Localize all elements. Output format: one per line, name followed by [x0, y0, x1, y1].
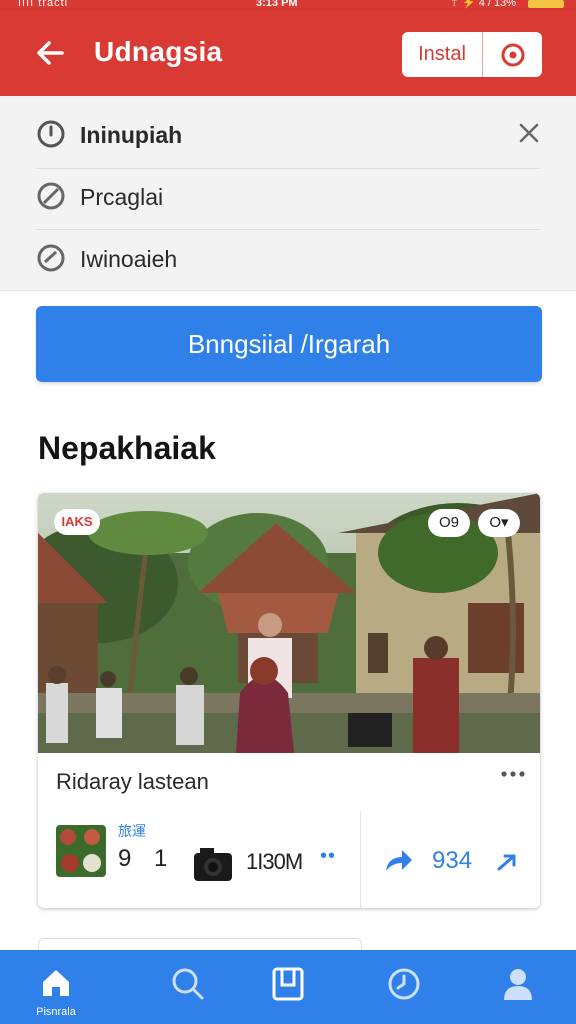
install-button[interactable]: Instal	[402, 32, 483, 77]
search-icon	[172, 968, 204, 1000]
nav-home-label: Pisnrala	[36, 1006, 76, 1018]
status-right: ⇡ ⚡ 4 / 13%	[449, 0, 516, 9]
bookmark-icon	[272, 967, 304, 1001]
nav-search[interactable]	[148, 950, 228, 1024]
app-bar: Udnagsia Instal	[0, 10, 576, 96]
food-thumbnail[interactable]	[56, 825, 106, 877]
install-group: Instal	[402, 32, 542, 77]
section-title: Nepakhaiak	[38, 430, 216, 466]
menu-item-ininupiah[interactable]: Ininupiah	[36, 104, 540, 164]
more-dots-icon	[501, 771, 525, 777]
install-options-button[interactable]	[483, 32, 542, 77]
clock-icon	[388, 968, 420, 1000]
status-bar: ıııı tracti 3:13 PM ⇡ ⚡ 4 / 13%	[0, 0, 576, 10]
power-icon	[501, 43, 524, 66]
status-time: 3:13 PM	[256, 0, 298, 9]
more-options-button[interactable]	[498, 767, 528, 791]
person-icon	[504, 969, 532, 1000]
signal-text: ıııı tracti	[18, 0, 69, 9]
menu-item-label: Ininupiah	[80, 122, 183, 148]
forward-icon[interactable]	[496, 851, 520, 873]
nav-bookmark[interactable]	[248, 950, 328, 1024]
photo-pill-right[interactable]: O▾	[478, 509, 520, 537]
camera-icon	[194, 848, 232, 881]
page-title: Udnagsia	[94, 36, 223, 67]
menu-item-iwinoaieh[interactable]: Iwinoaieh	[36, 228, 540, 288]
menu-item-prcaglai[interactable]: Prcaglai	[36, 166, 540, 226]
bottom-nav: Pisnrala	[0, 950, 576, 1024]
battery-icon	[528, 0, 564, 8]
share-count: 934	[432, 847, 473, 874]
share-icon[interactable]	[384, 847, 414, 873]
nav-profile[interactable]	[478, 950, 558, 1024]
close-icon[interactable]	[516, 120, 542, 146]
post-card[interactable]: IAKS O9 O▾ Ridaray lastean 旅運 9 1 1I30M …	[38, 493, 540, 908]
photo-pill-left[interactable]: O9	[428, 509, 470, 537]
divider	[360, 811, 361, 908]
menu-item-label: Prcaglai	[80, 184, 164, 210]
more-dots[interactable]: ••	[320, 845, 336, 868]
category-badge: IAKS	[54, 509, 100, 535]
menu-sheet: Ininupiah Prcaglai Iwinoaieh	[0, 96, 576, 291]
primary-action-button[interactable]: Bnngsiial /Irgarah	[36, 306, 542, 382]
menu-item-label: Iwinoaieh	[80, 246, 178, 272]
item-count: 9 1	[118, 845, 176, 872]
card-title: Ridaray lastean	[56, 769, 209, 794]
mini-label: 旅運	[118, 823, 146, 839]
arrow-left-icon	[37, 41, 64, 65]
file-size: 1I30M	[246, 849, 303, 874]
check-circle-icon	[37, 244, 65, 272]
nav-home[interactable]: Pisnrala	[0, 950, 112, 1024]
nav-history[interactable]	[364, 950, 444, 1024]
block-icon	[37, 182, 65, 210]
clock-icon	[37, 120, 65, 148]
home-icon	[43, 970, 69, 996]
back-button[interactable]	[32, 35, 72, 71]
